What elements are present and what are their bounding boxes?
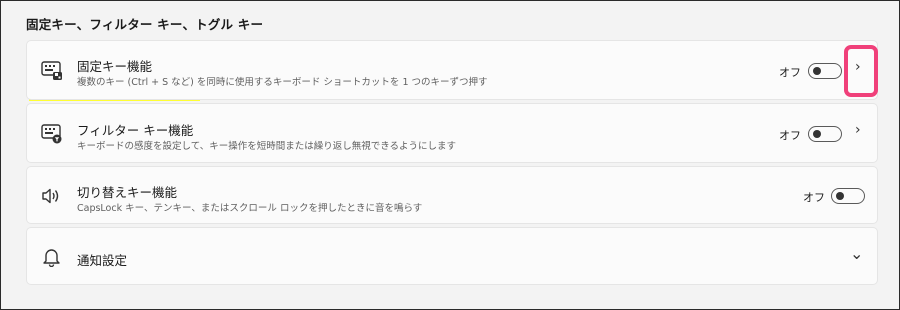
keyboard-filter-icon bbox=[41, 124, 63, 144]
filter-keys-title: フィルター キー機能 bbox=[77, 123, 194, 138]
sticky-keys-state-label: オフ bbox=[779, 66, 801, 79]
chevron-down-icon[interactable]: ⌄ bbox=[850, 244, 863, 263]
section-title: 固定キー、フィルター キー、トグル キー bbox=[26, 17, 264, 32]
filter-keys-card[interactable]: フィルター キー機能 キーボードの感度を設定して、キー操作を短時間または繰り返し… bbox=[26, 103, 878, 163]
notification-settings-card[interactable]: 通知設定 ⌄ bbox=[26, 227, 878, 285]
speaker-icon bbox=[41, 186, 63, 206]
toggle-keys-description: CapsLock キー、テンキー、またはスクロール ロックを押したときに音を鳴ら… bbox=[77, 203, 423, 214]
callout-annotation-box bbox=[844, 45, 878, 97]
filter-keys-state-label: オフ bbox=[779, 129, 801, 142]
toggle-keys-title: 切り替えキー機能 bbox=[77, 185, 178, 200]
chevron-right-icon[interactable]: › bbox=[855, 122, 861, 138]
toggle-knob bbox=[813, 130, 821, 138]
bell-icon bbox=[41, 247, 63, 268]
sticky-keys-description: 複数のキー (Ctrl + S など) を同時に使用するキーボード ショートカッ… bbox=[77, 77, 488, 88]
notification-settings-title: 通知設定 bbox=[77, 253, 128, 268]
toggle-knob bbox=[836, 192, 844, 200]
toggle-keys-card: 切り替えキー機能 CapsLock キー、テンキー、またはスクロール ロックを押… bbox=[26, 166, 878, 224]
sticky-keys-toggle[interactable] bbox=[808, 63, 842, 79]
filter-keys-description: キーボードの感度を設定して、キー操作を短時間または繰り返し無視できるようにします bbox=[77, 141, 457, 152]
filter-keys-toggle[interactable] bbox=[808, 126, 842, 142]
toggle-keys-toggle[interactable] bbox=[831, 188, 865, 204]
toggle-keys-state-label: オフ bbox=[803, 191, 825, 204]
sticky-keys-title: 固定キー機能 bbox=[77, 59, 153, 74]
toggle-knob bbox=[813, 67, 821, 75]
keyboard-sticky-icon bbox=[41, 61, 63, 81]
sticky-keys-card[interactable]: 固定キー機能 複数のキー (Ctrl + S など) を同時に使用するキーボード… bbox=[26, 40, 878, 100]
